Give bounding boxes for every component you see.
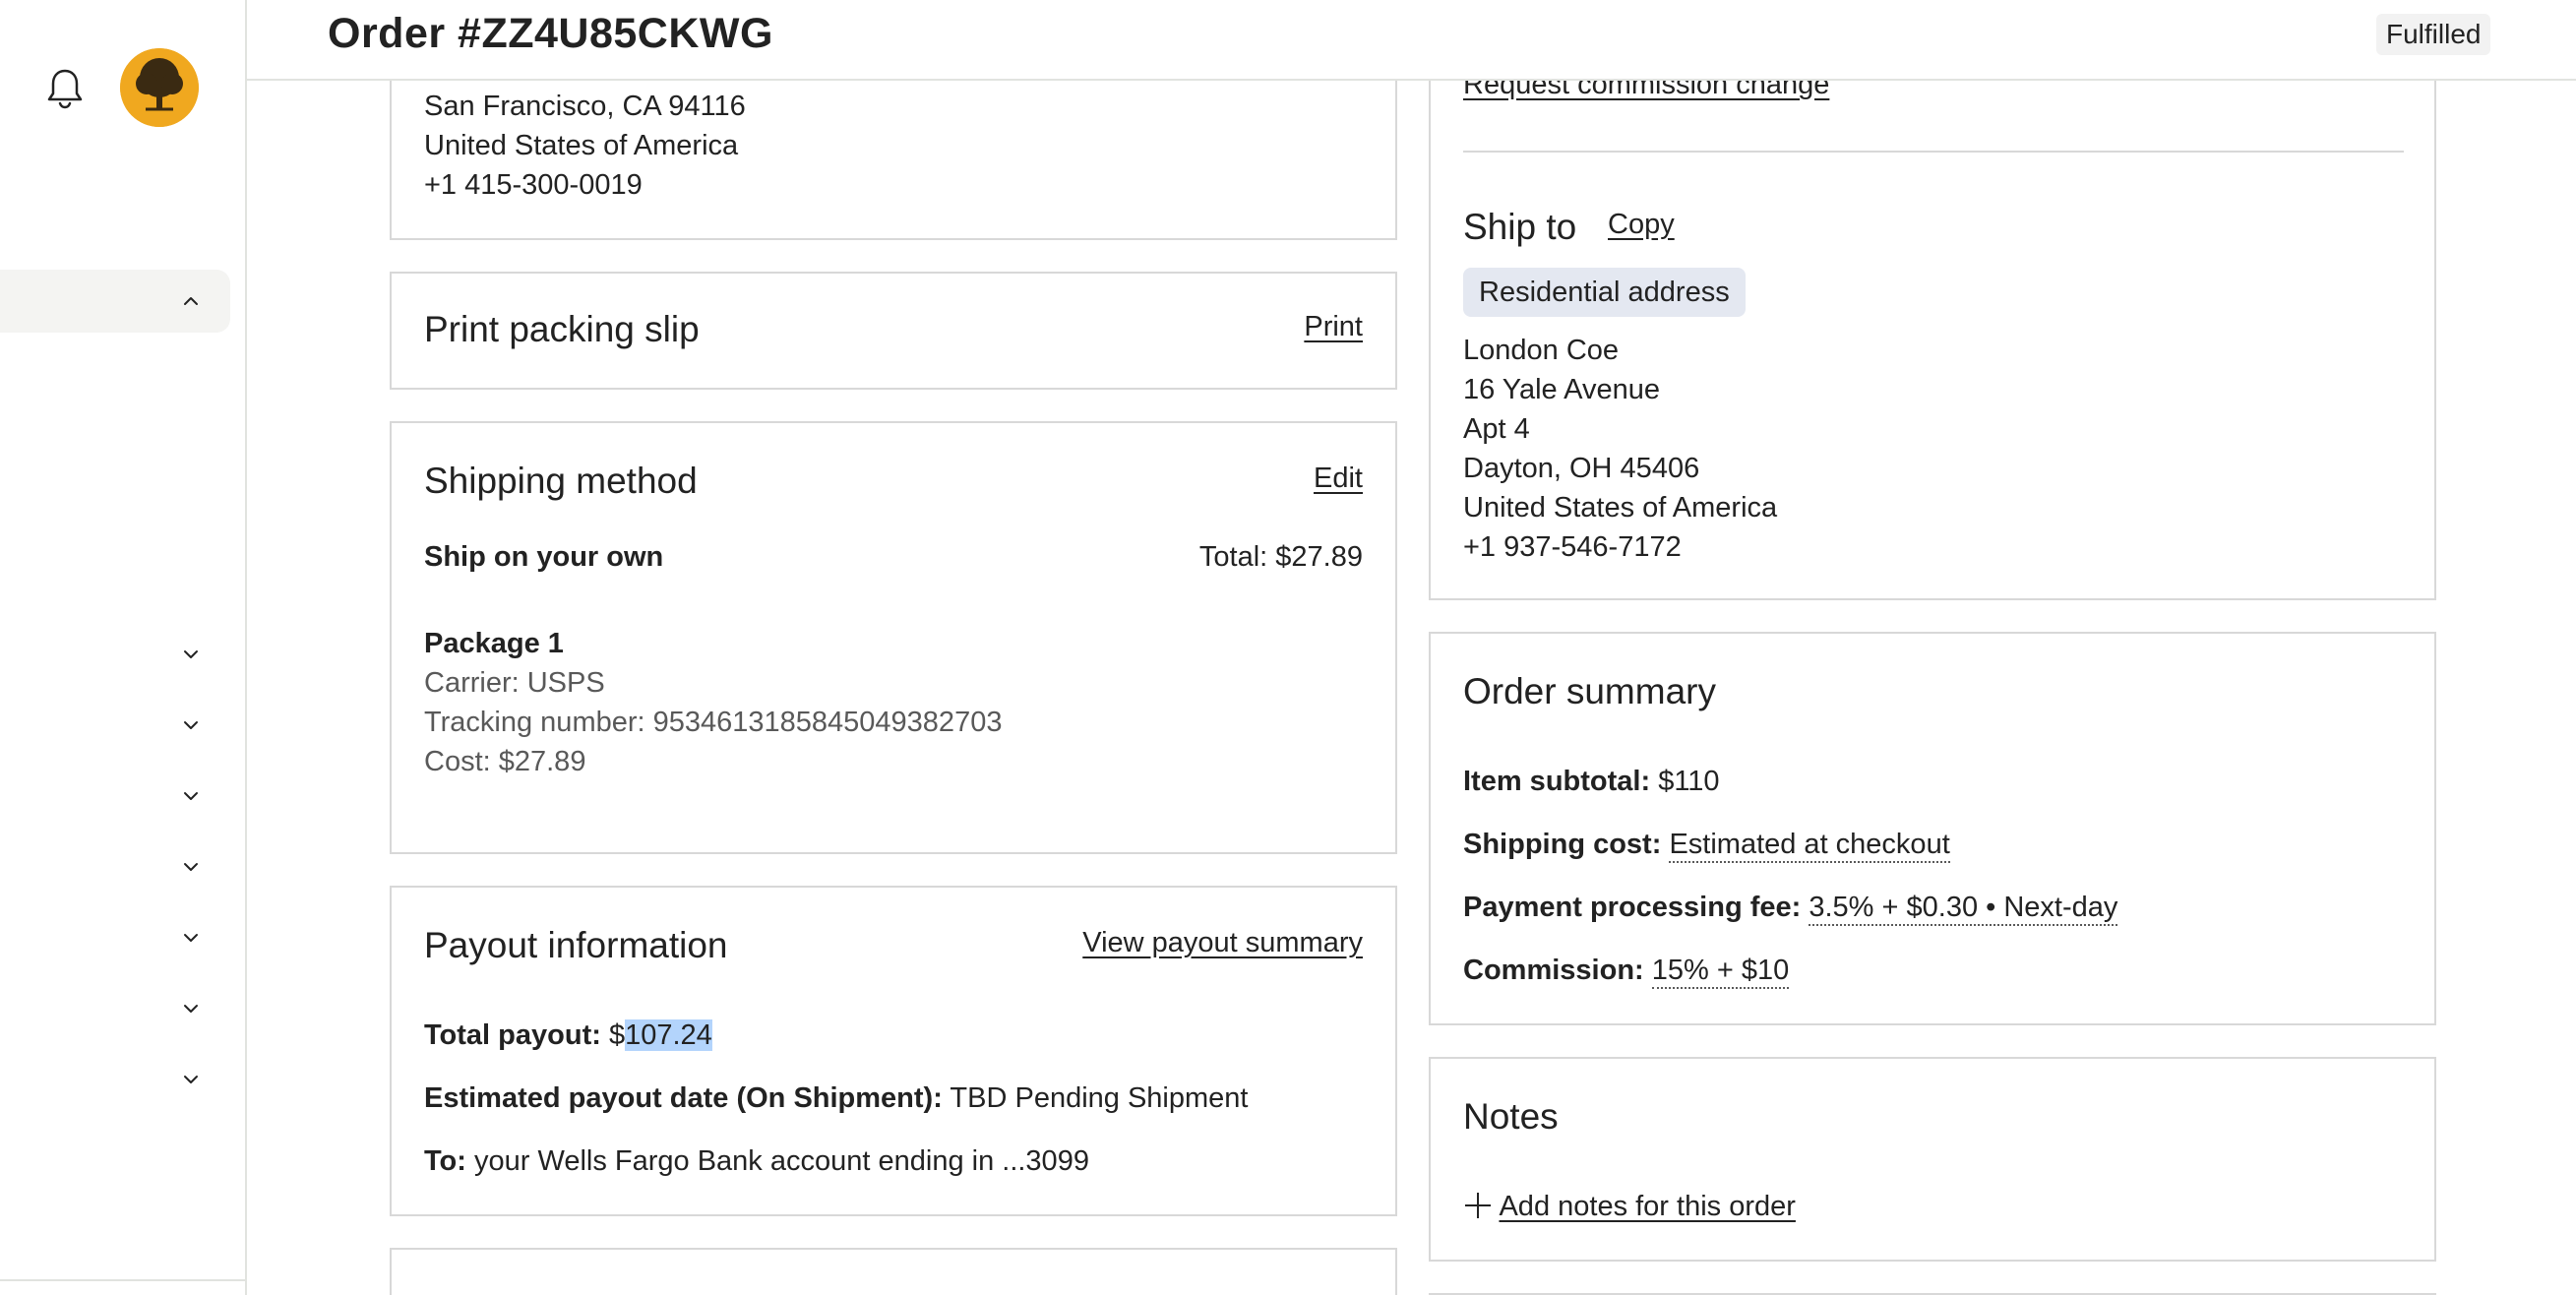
ship-to-card: Request commission change Ship to Copy R… bbox=[1429, 39, 2436, 600]
residential-address-badge: Residential address bbox=[1463, 268, 1746, 317]
shipping-cost: Shipping cost: Estimated at checkout bbox=[1463, 829, 1950, 863]
chevron-up-icon[interactable] bbox=[177, 287, 205, 315]
chevron-down-icon[interactable] bbox=[177, 995, 205, 1022]
sidebar-divider bbox=[0, 1279, 247, 1281]
chevron-down-icon[interactable] bbox=[177, 1066, 205, 1093]
carrier: Carrier: USPS bbox=[424, 667, 605, 699]
address-phone: +1 415-300-0019 bbox=[424, 169, 643, 201]
address-line: United States of America bbox=[1463, 492, 1778, 524]
print-link[interactable]: Print bbox=[1304, 311, 1363, 343]
total-payout-label: Total payout: bbox=[424, 1019, 601, 1051]
address-phone: +1 937-546-7172 bbox=[1463, 531, 1682, 563]
fee-value[interactable]: 3.5% + $0.30 • Next-day bbox=[1809, 892, 2118, 926]
sidebar bbox=[0, 0, 247, 1295]
order-summary-title: Order summary bbox=[1463, 671, 1716, 711]
tracking-number: Tracking number: 9534613185845049382703 bbox=[424, 707, 1003, 738]
view-payout-summary-link[interactable]: View payout summary bbox=[1082, 927, 1363, 959]
status-badge: Fulfilled bbox=[2376, 14, 2491, 55]
total-payout: Total payout: $107.24 bbox=[424, 1019, 712, 1052]
commission: Commission: 15% + $10 bbox=[1463, 955, 1790, 989]
address-line: Apt 4 bbox=[1463, 413, 1530, 445]
commission-value[interactable]: 15% + $10 bbox=[1651, 955, 1790, 989]
shipping-cost-value[interactable]: Estimated at checkout bbox=[1669, 829, 1950, 863]
shipping-method-card: Shipping method Edit Ship on your own To… bbox=[390, 421, 1397, 854]
address-line: San Francisco, CA 94116 bbox=[424, 91, 746, 122]
address-line: Dayton, OH 45406 bbox=[1463, 453, 1700, 484]
commission-label: Commission: bbox=[1463, 955, 1644, 986]
chevron-down-icon[interactable] bbox=[177, 711, 205, 739]
subtotal-label: Item subtotal: bbox=[1463, 766, 1651, 797]
notes-card: Notes Add notes for this order bbox=[1429, 1057, 2436, 1262]
fee-label: Payment processing fee: bbox=[1463, 892, 1802, 923]
address-line: United States of America bbox=[424, 130, 739, 161]
order-summary-card: Order summary Item subtotal: $110 Shippi… bbox=[1429, 632, 2436, 1025]
total-payout-currency: $ bbox=[608, 1019, 626, 1051]
total-payout-value: 107.24 bbox=[625, 1019, 712, 1051]
payout-card: Payout information View payout summary T… bbox=[390, 886, 1397, 1216]
next-card bbox=[390, 1248, 1397, 1295]
package-cost: Cost: $27.89 bbox=[424, 746, 586, 777]
chevron-down-icon[interactable] bbox=[177, 641, 205, 668]
payout-date-value: TBD Pending Shipment bbox=[950, 1082, 1249, 1114]
shipping-total: Total: $27.89 bbox=[1198, 541, 1363, 573]
notes-title: Notes bbox=[1463, 1096, 1559, 1137]
payout-title: Payout information bbox=[424, 925, 728, 965]
order-header: Order #ZZ4U85CKWG Fulfilled bbox=[247, 0, 2576, 81]
shipping-method-name: Ship on your own bbox=[424, 541, 664, 573]
item-subtotal: Item subtotal: $110 bbox=[1463, 766, 1720, 798]
add-notes-button[interactable]: Add notes for this order bbox=[1463, 1191, 1796, 1223]
plus-icon bbox=[1465, 1193, 1491, 1218]
chevron-down-icon[interactable] bbox=[177, 924, 205, 952]
page-title: Order #ZZ4U85CKWG bbox=[328, 10, 773, 57]
copy-address-link[interactable]: Copy bbox=[1608, 209, 1675, 241]
payout-destination: To: your Wells Fargo Bank account ending… bbox=[424, 1145, 1089, 1178]
address-line: 16 Yale Avenue bbox=[1463, 374, 1660, 405]
chevron-down-icon[interactable] bbox=[177, 853, 205, 881]
shipping-method-title: Shipping method bbox=[424, 461, 698, 501]
recipient-name: London Coe bbox=[1463, 335, 1620, 366]
ship-to-title: Ship to bbox=[1463, 207, 1577, 247]
package-title: Package 1 bbox=[424, 628, 564, 659]
subtotal-value: $110 bbox=[1658, 766, 1720, 797]
payout-date-label: Estimated payout date (On Shipment): bbox=[424, 1082, 943, 1114]
chevron-down-icon[interactable] bbox=[177, 782, 205, 810]
section-divider bbox=[1463, 151, 2404, 153]
add-notes-label: Add notes for this order bbox=[1499, 1191, 1796, 1222]
packing-slip-title: Print packing slip bbox=[424, 309, 700, 349]
payment-processing-fee: Payment processing fee: 3.5% + $0.30 • N… bbox=[1463, 892, 2118, 926]
shipping-cost-label: Shipping cost: bbox=[1463, 829, 1662, 860]
edit-shipping-link[interactable]: Edit bbox=[1314, 462, 1363, 495]
payout-to-label: To: bbox=[424, 1145, 466, 1177]
payout-to-value: your Wells Fargo Bank account ending in … bbox=[474, 1145, 1089, 1177]
bell-icon[interactable] bbox=[41, 65, 89, 112]
payout-date: Estimated payout date (On Shipment): TBD… bbox=[424, 1082, 1248, 1115]
packing-slip-card: Print packing slip Print bbox=[390, 272, 1397, 390]
shop-avatar[interactable] bbox=[120, 48, 199, 127]
tree-logo-icon bbox=[120, 48, 199, 127]
